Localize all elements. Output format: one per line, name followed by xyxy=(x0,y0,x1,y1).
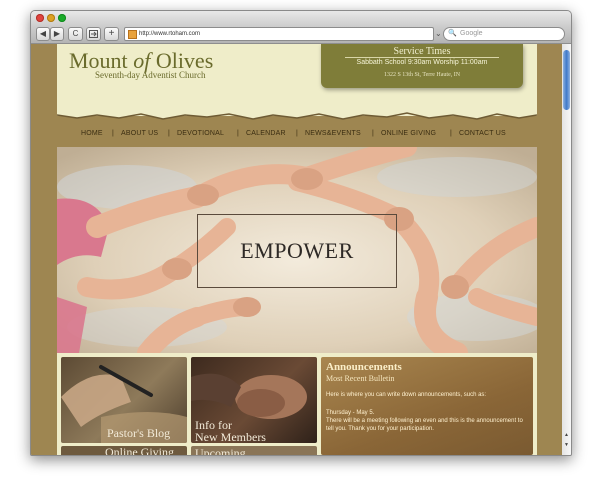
main-nav: HOME | ABOUT US | DEVOTIONAL | CALENDAR … xyxy=(57,124,537,148)
service-divider xyxy=(345,57,499,58)
nav-separator: | xyxy=(237,130,239,137)
back-button[interactable]: ◀ xyxy=(36,27,50,41)
nav-separator: | xyxy=(372,130,374,137)
hero-headline-box: EMPOWER xyxy=(197,214,397,288)
site-favicon xyxy=(128,30,137,39)
add-bookmark-button[interactable]: + xyxy=(104,27,119,41)
address-bar-url: http://www.rtoham.com xyxy=(139,31,201,37)
nav-separator: | xyxy=(112,130,114,137)
hero-banner: EMPOWER xyxy=(57,147,537,353)
nav-online-giving[interactable]: ONLINE GIVING xyxy=(381,130,436,137)
browser-window: ◀ ▶ C + http://www.rtoham.com ⌄ 🔍 Google… xyxy=(30,10,572,456)
announcement-body: There will be a meeting following an eve… xyxy=(326,418,523,432)
online-giving-tile[interactable]: Online Giving xyxy=(61,446,187,455)
scroll-thumb[interactable] xyxy=(563,50,570,110)
pastors-blog-tile[interactable]: Pastor's Blog xyxy=(61,357,187,443)
upcoming-label: Upcoming xyxy=(195,446,246,455)
pastors-blog-label: Pastor's Blog xyxy=(107,426,171,440)
zoom-window-button[interactable] xyxy=(58,14,66,22)
browser-toolbar: ◀ ▶ C + http://www.rtoham.com ⌄ 🔍 Google xyxy=(31,25,571,44)
nav-devotional[interactable]: DEVOTIONAL xyxy=(177,130,224,137)
announcements-subtitle: Most Recent Bulletin xyxy=(326,374,395,383)
nav-home[interactable]: HOME xyxy=(81,130,103,137)
church-address: 1322 S 13th St, Terre Haute, IN xyxy=(383,72,461,78)
announcements-intro: Here is where you can write down announc… xyxy=(326,392,487,398)
nav-contact-us[interactable]: CONTACT US xyxy=(459,130,506,137)
announcements-title: Announcements xyxy=(326,361,402,373)
search-placeholder: Google xyxy=(460,30,483,37)
title-bar xyxy=(31,11,571,25)
service-times-title: Service Times xyxy=(393,46,451,57)
forward-button[interactable]: ▶ xyxy=(50,27,64,41)
torn-paper-edge xyxy=(57,106,537,120)
nav-calendar[interactable]: CALENDAR xyxy=(246,130,286,137)
scroll-up-arrow[interactable]: ▲ xyxy=(562,432,571,438)
hero-headline: EMPOWER xyxy=(240,238,354,263)
feature-section: Pastor's Blog Info for New Members Onlin… xyxy=(57,353,537,455)
minimize-window-button[interactable] xyxy=(47,14,55,22)
vertical-scrollbar[interactable]: ▲ ▼ xyxy=(562,44,571,455)
upcoming-tile[interactable]: Upcoming xyxy=(191,446,317,455)
new-members-tile[interactable]: Info for New Members xyxy=(191,357,317,443)
scroll-down-arrow[interactable]: ▼ xyxy=(562,442,571,448)
announcements-panel: Announcements Most Recent Bulletin Here … xyxy=(321,357,533,455)
church-website: Mount of Olives Seventh-day Adventist Ch… xyxy=(57,44,537,455)
address-bar[interactable]: http://www.rtoham.com xyxy=(124,27,434,41)
nav-news-events[interactable]: NEWS&EVENTS xyxy=(305,130,361,137)
reload-button[interactable]: C xyxy=(68,27,83,41)
search-icon: 🔍 xyxy=(448,30,457,37)
nav-separator: | xyxy=(296,130,298,137)
service-times-panel: Service Times Sabbath School 9:30am Wors… xyxy=(321,44,523,88)
nav-separator: | xyxy=(168,130,170,137)
nav-about-us[interactable]: ABOUT US xyxy=(121,130,158,137)
address-dropdown-icon[interactable]: ⌄ xyxy=(435,28,442,40)
close-window-button[interactable] xyxy=(36,14,44,22)
new-members-label-line2: New Members xyxy=(195,430,266,443)
snapback-icon xyxy=(89,30,98,38)
service-times-schedule: Sabbath School 9:30am Worship 11:00am xyxy=(356,59,488,66)
search-field[interactable]: 🔍 Google xyxy=(443,27,565,41)
online-giving-label: Online Giving xyxy=(105,446,174,455)
nav-separator: | xyxy=(450,130,452,137)
announcement-date: Thursday - May 5. xyxy=(326,410,375,416)
page-viewport: Mount of Olives Seventh-day Adventist Ch… xyxy=(31,44,562,455)
logo-tagline: Seventh-day Adventist Church xyxy=(95,70,206,80)
snapback-button[interactable] xyxy=(86,27,101,41)
